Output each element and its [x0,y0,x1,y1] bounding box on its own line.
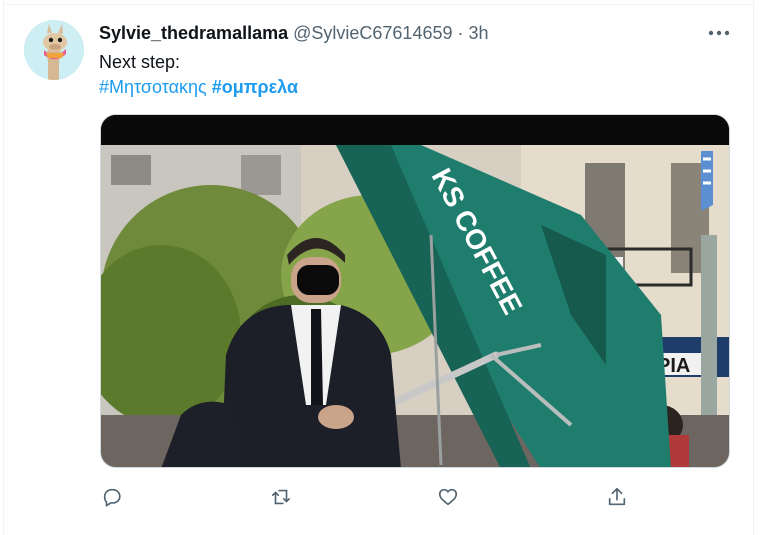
share-button[interactable] [597,484,637,510]
hashtag-link[interactable]: #ομπρελα [212,77,298,97]
avatar[interactable] [24,20,84,80]
hashtag-link[interactable]: #Μητσοτακης [99,77,207,97]
share-icon [608,487,626,506]
llama-avatar-image [24,20,84,80]
tweet-text: Next step: [99,52,181,72]
timeline-border-right [753,0,754,535]
retweet-button[interactable] [261,484,301,510]
like-button[interactable] [428,484,468,510]
tweet-photo[interactable]: PIA KS COFFEE [100,114,730,468]
timestamp[interactable]: 3h [468,23,488,44]
author-handle[interactable]: @SylvieC67614659 [293,23,452,44]
tweet-header: Sylvie_thedramallama @SylvieC67614659 · … [99,22,489,44]
author-name[interactable]: Sylvie_thedramallama [99,23,288,44]
retweet-icon [271,489,291,505]
photo-scene: PIA KS COFFEE [101,115,729,467]
hashtag-line: #Μητσοτακης #ομπρελα [99,77,298,98]
separator-dot: · [457,22,464,43]
heart-icon [438,488,458,506]
timeline-border-top [3,4,754,5]
reply-icon [103,488,121,507]
timeline-border-left [3,0,4,535]
more-dots-icon [708,30,730,36]
more-options-button[interactable] [704,22,734,44]
reply-button[interactable] [92,484,132,510]
